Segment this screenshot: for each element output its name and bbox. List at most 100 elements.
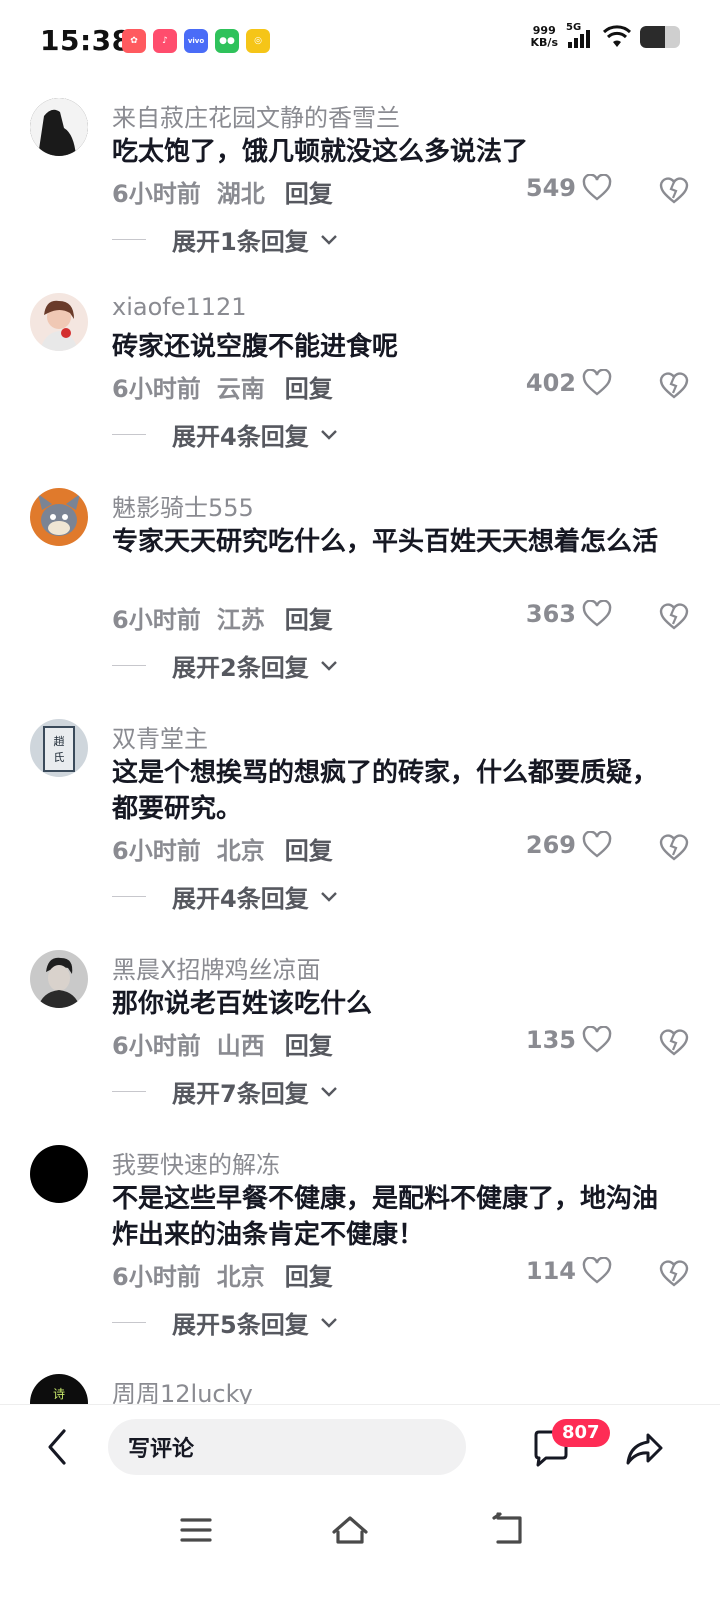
reply-button[interactable]: 回复 [285,831,333,866]
dislike-icon[interactable] [658,831,690,863]
comment-input-placeholder: 写评论 [128,1437,195,1462]
comment-location: 湖北 [216,180,265,208]
network-speed-unit: KB/s [530,36,558,49]
like-count: 549 [525,174,576,202]
like-button[interactable]: 549 [526,174,612,202]
expand-replies-label: 展开4条回复 [172,885,309,913]
expand-replies-button[interactable]: 展开4条回复 [112,417,339,452]
network-speed: 999 KB/s [531,25,558,49]
like-button[interactable]: 363 [526,600,612,628]
reply-button[interactable]: 回复 [285,600,333,635]
douyin-icon: ♪ [153,29,177,53]
divider [112,896,146,897]
expand-replies-label: 展开7条回复 [172,1080,309,1108]
avatar[interactable] [30,98,88,156]
status-bar: 15:38 ✿ ♪ vivo ●● ◎ 999 KB/s 5G [0,0,720,84]
dislike-icon[interactable] [658,369,690,401]
dislike-icon[interactable] [658,1257,690,1289]
home-icon[interactable] [328,1510,372,1550]
comment-count-badge: 807 [552,1419,610,1447]
comment-text[interactable]: 专家天天研究吃什么，平头百姓天天想着怎么活 [112,524,682,560]
back-icon[interactable] [486,1510,530,1550]
menu-icon[interactable] [174,1510,218,1550]
comment-text[interactable]: 那你说老百姓该吃什么 [112,986,682,1022]
clock: 15:38 [40,24,132,57]
heart-icon [582,1257,612,1284]
comment-location: 北京 [216,837,265,865]
username[interactable]: 双青堂主 [112,719,208,754]
reply-button[interactable]: 回复 [285,174,333,209]
avatar[interactable] [30,293,88,351]
expand-replies-label: 展开2条回复 [172,654,309,682]
wechat-icon: ●● [215,29,239,53]
comment-meta: 6小时前 北京 回复 [112,831,333,866]
username[interactable]: 来自菽庄花园文静的香雪兰 [112,98,400,133]
comment-time: 6小时前 [112,375,201,403]
comment-meta: 6小时前 江苏 回复 [112,600,333,635]
reply-button[interactable]: 回复 [285,369,333,404]
avatar[interactable] [30,1145,88,1203]
comment-input-bar: 写评论 807 [0,1404,720,1488]
divider [112,239,146,240]
username[interactable]: 魅影骑士555 [112,488,254,523]
comment-text[interactable]: 吃太饱了，饿几顿就没这么多说法了 [112,134,682,170]
comment-meta: 6小时前 北京 回复 [112,1257,333,1292]
comment-list[interactable]: 来自菽庄花园文静的香雪兰 吃太饱了，饿几顿就没这么多说法了 6小时前 湖北 回复… [0,84,720,1436]
like-button[interactable]: 114 [526,1257,612,1285]
dislike-icon[interactable] [658,600,690,632]
game-icon: ✿ [122,29,146,53]
svg-text:氏: 氏 [54,751,65,764]
expand-replies-label: 展开1条回复 [172,228,309,256]
heart-icon [582,1026,612,1053]
chevron-down-icon [320,234,337,245]
expand-replies-button[interactable]: 展开2条回复 [112,648,339,683]
like-button[interactable]: 269 [526,831,612,859]
comment-time: 6小时前 [112,1263,201,1291]
comment-meta: 6小时前 山西 回复 [112,1026,333,1061]
like-count: 269 [525,831,576,859]
share-icon[interactable] [624,1429,664,1469]
expand-replies-label: 展开4条回复 [172,423,309,451]
notification-icons: ✿ ♪ vivo ●● ◎ [122,29,270,53]
like-button[interactable]: 402 [526,369,612,397]
like-count: 363 [525,600,576,628]
comment-time: 6小时前 [112,180,201,208]
username[interactable]: 我要快速的解冻 [112,1145,280,1180]
comment-meta: 6小时前 云南 回复 [112,369,333,404]
expand-replies-button[interactable]: 展开7条回复 [112,1074,339,1109]
expand-replies-button[interactable]: 展开4条回复 [112,879,339,914]
vivo-icon: vivo [184,29,208,53]
like-count: 114 [525,1257,576,1285]
like-button[interactable]: 135 [526,1026,612,1054]
reply-button[interactable]: 回复 [285,1257,333,1292]
comment-location: 江苏 [216,606,265,634]
heart-icon [582,174,612,201]
dislike-icon[interactable] [658,1026,690,1058]
comment-location: 北京 [216,1263,265,1291]
wifi-icon [602,25,632,47]
heart-icon [582,831,612,858]
avatar[interactable]: 趙氏 [30,719,88,777]
comment-text[interactable]: 这是个想挨骂的想疯了的砖家，什么都要质疑，都要研究。 [112,755,682,827]
username[interactable]: 黑晨X招牌鸡丝凉面 [112,950,320,985]
expand-replies-button[interactable]: 展开1条回复 [112,222,339,257]
divider [112,665,146,666]
like-count: 402 [525,369,576,397]
chevron-down-icon [320,429,337,440]
avatar[interactable] [30,950,88,1008]
comment-location: 山西 [216,1032,265,1060]
back-arrow-icon[interactable] [42,1427,72,1467]
divider [112,434,146,435]
comment-text[interactable]: 砖家还说空腹不能进食呢 [112,329,682,365]
comment-text[interactable]: 不是这些早餐不健康，是配料不健康了，地沟油炸出来的油条肯定不健康！ [112,1181,682,1253]
comment-input[interactable]: 写评论 [108,1419,466,1475]
battery-icon [640,26,680,48]
dislike-icon[interactable] [658,174,690,206]
expand-replies-button[interactable]: 展开5条回复 [112,1305,339,1340]
avatar[interactable] [30,488,88,546]
expand-replies-label: 展开5条回复 [172,1311,309,1339]
chevron-down-icon [320,891,337,902]
username[interactable]: xiaofe1121 [112,293,247,321]
heart-icon [582,369,612,396]
reply-button[interactable]: 回复 [285,1026,333,1061]
